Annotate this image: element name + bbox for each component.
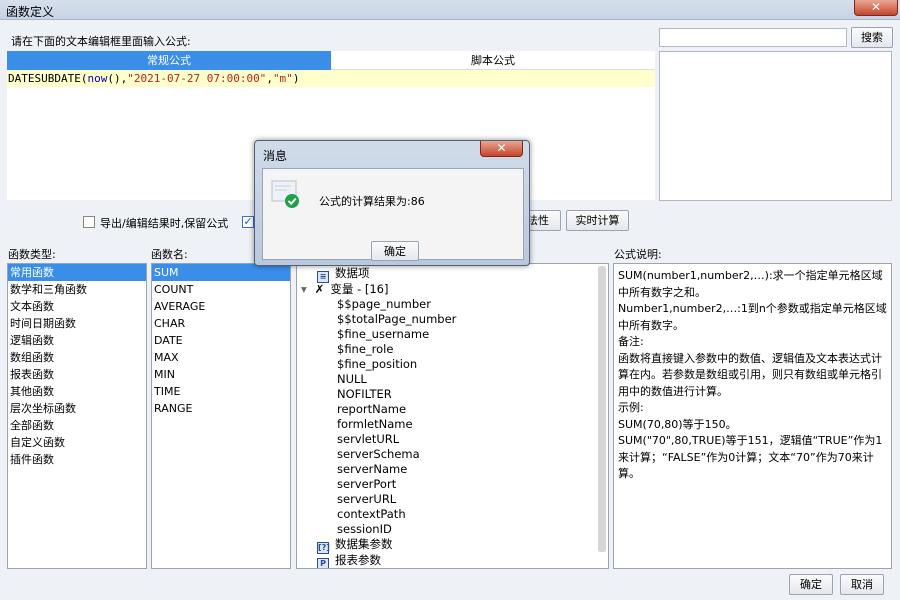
list-item[interactable]: CHAR — [152, 315, 290, 332]
list-item[interactable]: AVERAGE — [152, 298, 290, 315]
tree-scrollbar[interactable] — [598, 266, 606, 552]
tree-node-label: 报表参数 — [335, 553, 381, 567]
tree-node-report-params[interactable]: P 报表参数 — [317, 553, 381, 568]
tree-leaf[interactable]: contextPath — [337, 507, 406, 522]
tab-regular-formula[interactable]: 常规公式 — [7, 51, 331, 70]
description-line: 备注: — [618, 335, 644, 348]
description-line: 函数将直接键入参数中的数值、逻辑值及文本表达式计算在内。若参数是数组或引用，则只… — [618, 351, 882, 398]
formula-date-token: "2021-07-27 07:00:00" — [127, 72, 267, 85]
list-item[interactable]: 自定义函数 — [8, 434, 146, 451]
search-button[interactable]: 搜索 — [851, 27, 893, 48]
list-item[interactable]: MIN — [152, 366, 290, 383]
option-checkbox-checked[interactable]: ✓ — [242, 216, 254, 228]
list-item[interactable]: RANGE — [152, 400, 290, 417]
ok-button[interactable]: 确定 — [789, 574, 833, 595]
tree-node-variables[interactable]: ▾ ✗ 变量 - [16] — [301, 282, 389, 297]
realtime-calc-button[interactable]: 实时计算 — [566, 210, 629, 231]
formula-function-token: DATESUBDATE — [8, 72, 81, 85]
list-item[interactable]: SUM — [152, 264, 290, 281]
dialog-message: 公式的计算结果为:86 — [319, 195, 425, 208]
tab-script-formula[interactable]: 脚本公式 — [331, 51, 655, 70]
description-line: SUM("70",80,TRUE)等于151，逻辑值“TRUE”作为1来计算；“… — [618, 434, 883, 480]
list-item[interactable]: 插件函数 — [8, 451, 146, 468]
report-param-icon: P — [317, 558, 329, 568]
tree-leaf[interactable]: serverSchema — [337, 447, 420, 462]
search-input[interactable] — [659, 28, 847, 47]
cancel-button[interactable]: 取消 — [840, 574, 884, 595]
list-item[interactable]: MAX — [152, 349, 290, 366]
dialog-body: 公式的计算结果为:86 确定 — [262, 168, 524, 261]
formula-description: SUM(number1,number2,…):求一个指定单元格区域中所有数字之和… — [613, 263, 892, 569]
tree-leaf[interactable]: formletName — [337, 417, 413, 432]
tree-node-label: 数据项 — [335, 266, 370, 280]
description-line: SUM(70,80)等于150。 — [618, 417, 737, 431]
tree-leaf[interactable]: $fine_username — [337, 327, 429, 342]
list-item[interactable]: 文本函数 — [8, 298, 146, 315]
function-types-list[interactable]: 常用函数 数学和三角函数 文本函数 时间日期函数 逻辑函数 数组函数 报表函数 … — [7, 263, 147, 569]
search-results-panel — [659, 51, 892, 201]
window-title: 函数定义 — [6, 5, 55, 19]
success-check-icon — [271, 180, 299, 208]
close-icon: ✕ — [870, 0, 882, 14]
formula-unit-token: "m" — [272, 72, 293, 85]
tree-node-datasource[interactable]: ≡ 数据项 — [317, 266, 370, 283]
tree-node-label: 数据集参数 — [335, 537, 393, 551]
list-item[interactable]: 时间日期函数 — [8, 315, 146, 332]
window-close-button[interactable]: ✕ — [854, 0, 898, 16]
list-item[interactable]: DATE — [152, 332, 290, 349]
list-item[interactable]: COUNT — [152, 281, 290, 298]
tree-leaf[interactable]: sessionID — [337, 522, 392, 537]
list-item[interactable]: 层次坐标函数 — [8, 400, 146, 417]
tree-leaf[interactable]: $$totalPage_number — [337, 312, 456, 327]
tree-leaf[interactable]: $$page_number — [337, 297, 431, 312]
list-item[interactable]: 逻辑函数 — [8, 332, 146, 349]
message-dialog: 消息 ✕ 公式的计算结果为:86 确定 — [254, 140, 530, 266]
description-line: Number1,number2,…:1到n个参数或指定单元格区域中所有数字。 — [618, 302, 887, 332]
formula-code-line[interactable]: DATESUBDATE(now(),"2021-07-27 07:00:00",… — [7, 70, 655, 87]
tree-leaf[interactable]: NOFILTER — [337, 387, 392, 402]
list-item[interactable]: 常用函数 — [8, 264, 146, 281]
formula-tabs: 常规公式 脚本公式 — [7, 51, 655, 70]
tree-leaf[interactable]: serverPort — [337, 477, 396, 492]
dialog-close-button[interactable]: ✕ — [480, 141, 523, 157]
variable-tree[interactable]: ≡ 数据项 ▾ ✗ 变量 - [16] $$page_number $$totalPa… — [296, 263, 609, 569]
tree-leaf[interactable]: servletURL — [337, 432, 399, 447]
tree-node-dataset-params[interactable]: [?] 数据集参数 — [317, 537, 393, 554]
list-item[interactable]: 全部函数 — [8, 417, 146, 434]
title-bar: 函数定义 ✕ — [0, 0, 900, 20]
description-line: 示例: — [618, 401, 644, 414]
list-item[interactable]: TIME — [152, 383, 290, 400]
tree-leaf[interactable]: $fine_role — [337, 342, 393, 357]
list-item[interactable]: 报表函数 — [8, 366, 146, 383]
formula-now-token: now — [87, 72, 108, 85]
description-line: SUM(number1,number2,…):求一个指定单元格区域中所有数字之和… — [618, 269, 883, 299]
tree-leaf[interactable]: NULL — [337, 372, 367, 387]
keep-formula-label: 导出/编辑结果时,保留公式 — [100, 217, 229, 230]
function-types-header: 函数类型: — [8, 248, 56, 261]
function-names-list[interactable]: SUM COUNT AVERAGE CHAR DATE MAX MIN TIME… — [151, 263, 291, 569]
tree-leaf[interactable]: serverURL — [337, 492, 396, 507]
tree-leaf[interactable]: $fine_position — [337, 357, 417, 372]
list-item[interactable]: 数组函数 — [8, 349, 146, 366]
dialog-title: 消息 — [263, 149, 288, 163]
expand-arrow-icon: ▾ — [301, 282, 307, 296]
description-header: 公式说明: — [614, 248, 662, 261]
dialog-ok-button[interactable]: 确定 — [371, 241, 419, 261]
variable-icon: ✗ — [314, 282, 325, 296]
list-item[interactable]: 数学和三角函数 — [8, 281, 146, 298]
list-item[interactable]: 其他函数 — [8, 383, 146, 400]
tree-leaf[interactable]: reportName — [337, 402, 406, 417]
tree-leaf[interactable]: serverName — [337, 462, 407, 477]
close-icon: ✕ — [496, 141, 507, 155]
keep-formula-checkbox[interactable] — [83, 216, 95, 228]
scrollbar-thumb[interactable] — [598, 266, 606, 552]
formula-prompt-label: 请在下面的文本编辑框里面输入公式: — [11, 35, 191, 48]
function-names-header: 函数名: — [151, 248, 188, 261]
tree-node-label: 变量 - [16] — [330, 282, 389, 296]
